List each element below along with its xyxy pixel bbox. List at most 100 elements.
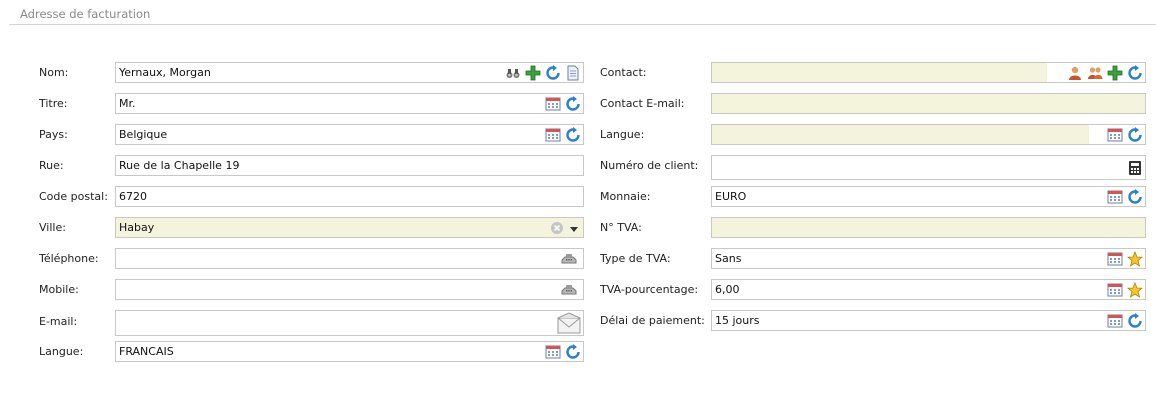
pays-field[interactable]: Belgique [115,124,584,145]
phone-icon[interactable] [561,251,577,267]
mobile-field[interactable] [115,279,584,300]
row-ville: Ville: Habay [39,217,584,238]
row-telephone: Téléphone: [39,248,584,269]
section-divider [9,24,1156,25]
row-code-postal: Code postal: 6720 [39,186,584,207]
ville-combobox[interactable]: Habay [115,217,584,238]
contact-email-label: Contact E-mail: [600,97,685,110]
email-label: E-mail: [39,315,78,328]
contact-field[interactable] [711,62,1146,83]
monnaie-value: EURO [715,190,747,203]
binoculars-icon[interactable] [505,65,521,81]
email-field[interactable] [115,310,584,336]
phone-icon[interactable] [561,282,577,298]
calendar-list-icon[interactable] [545,96,561,112]
nom-field[interactable]: Yernaux, Morgan [115,62,584,83]
calculator-icon[interactable] [1127,160,1143,176]
numero-client-field[interactable] [711,155,1146,180]
tva-pourcentage-label: TVA-pourcentage: [600,283,699,296]
star-icon[interactable] [1127,251,1143,267]
row-delai-paiement: Délai de paiement: 15 jours [600,310,1146,331]
monnaie-field[interactable]: EURO [711,186,1146,207]
tva-pourcentage-field[interactable]: 6,00 [711,279,1146,300]
person-icon[interactable] [1067,65,1083,81]
refresh-icon[interactable] [565,96,581,112]
langue-right-label: Langue: [600,128,645,141]
calendar-list-icon[interactable] [1107,251,1123,267]
calendar-list-icon[interactable] [1107,313,1123,329]
tva-label: N° TVA: [600,221,642,234]
clear-icon[interactable] [549,220,565,236]
row-numero-client: Numéro de client: [600,155,1146,180]
type-tva-value: Sans [715,252,742,265]
chevron-down-icon[interactable] [569,220,581,236]
delai-paiement-label: Délai de paiement: [600,314,705,327]
row-tva-pourcentage: TVA-pourcentage: 6,00 [600,279,1146,300]
refresh-icon[interactable] [545,65,561,81]
titre-value: Mr. [119,97,136,110]
calendar-list-icon[interactable] [1107,282,1123,298]
tva-pourcentage-value: 6,00 [715,283,740,296]
row-contact: Contact: [600,62,1146,83]
pays-value: Belgique [119,128,168,141]
row-tva: N° TVA: [600,217,1146,238]
document-icon[interactable] [565,65,581,81]
row-type-tva: Type de TVA: Sans [600,248,1146,269]
numero-client-label: Numéro de client: [600,159,699,172]
row-nom: Nom: Yernaux, Morgan [39,62,584,83]
row-langue-right: Langue: [600,124,1146,145]
row-rue: Rue: Rue de la Chapelle 19 [39,155,584,176]
people-icon[interactable] [1087,65,1103,81]
refresh-icon[interactable] [1127,65,1143,81]
langue-field[interactable]: FRANCAIS [115,341,584,362]
star-icon[interactable] [1127,282,1143,298]
titre-label: Titre: [39,97,68,110]
calendar-list-icon[interactable] [1107,189,1123,205]
row-monnaie: Monnaie: EURO [600,186,1146,207]
ville-value: Habay [119,221,155,234]
code-postal-label: Code postal: [39,190,108,203]
mobile-label: Mobile: [39,283,79,296]
code-postal-field[interactable]: 6720 [115,186,584,207]
contact-email-field[interactable] [711,93,1146,114]
nom-value: Yernaux, Morgan [119,66,211,79]
row-contact-email: Contact E-mail: [600,93,1146,114]
rue-label: Rue: [39,159,64,172]
add-icon[interactable] [1107,65,1123,81]
section-title: Adresse de facturation [20,7,151,21]
pays-label: Pays: [39,128,68,141]
langue-label: Langue: [39,345,84,358]
row-mobile: Mobile: [39,279,584,300]
row-langue-left: Langue: FRANCAIS [39,341,584,362]
type-tva-label: Type de TVA: [600,252,671,265]
telephone-field[interactable] [115,248,584,269]
calendar-list-icon[interactable] [545,127,561,143]
titre-field[interactable]: Mr. [115,93,584,114]
rue-field[interactable]: Rue de la Chapelle 19 [115,155,584,176]
refresh-icon[interactable] [565,344,581,360]
calendar-list-icon[interactable] [545,344,561,360]
contact-label: Contact: [600,66,647,79]
code-postal-value: 6720 [119,190,147,203]
mail-envelope-icon[interactable] [557,312,581,334]
calendar-list-icon[interactable] [1107,127,1123,143]
delai-paiement-value: 15 jours [715,314,760,327]
delai-paiement-field[interactable]: 15 jours [711,310,1146,331]
langue-value: FRANCAIS [119,345,174,358]
rue-value: Rue de la Chapelle 19 [119,159,240,172]
row-pays: Pays: Belgique [39,124,584,145]
refresh-icon[interactable] [1127,189,1143,205]
nom-label: Nom: [39,66,69,79]
row-email: E-mail: [39,310,584,336]
telephone-label: Téléphone: [39,252,99,265]
langue-right-field[interactable] [711,124,1146,145]
monnaie-label: Monnaie: [600,190,651,203]
add-icon[interactable] [525,65,541,81]
row-titre: Titre: Mr. [39,93,584,114]
tva-field[interactable] [711,217,1146,238]
ville-label: Ville: [39,221,66,234]
refresh-icon[interactable] [1127,313,1143,329]
refresh-icon[interactable] [565,127,581,143]
type-tva-field[interactable]: Sans [711,248,1146,269]
refresh-icon[interactable] [1127,127,1143,143]
